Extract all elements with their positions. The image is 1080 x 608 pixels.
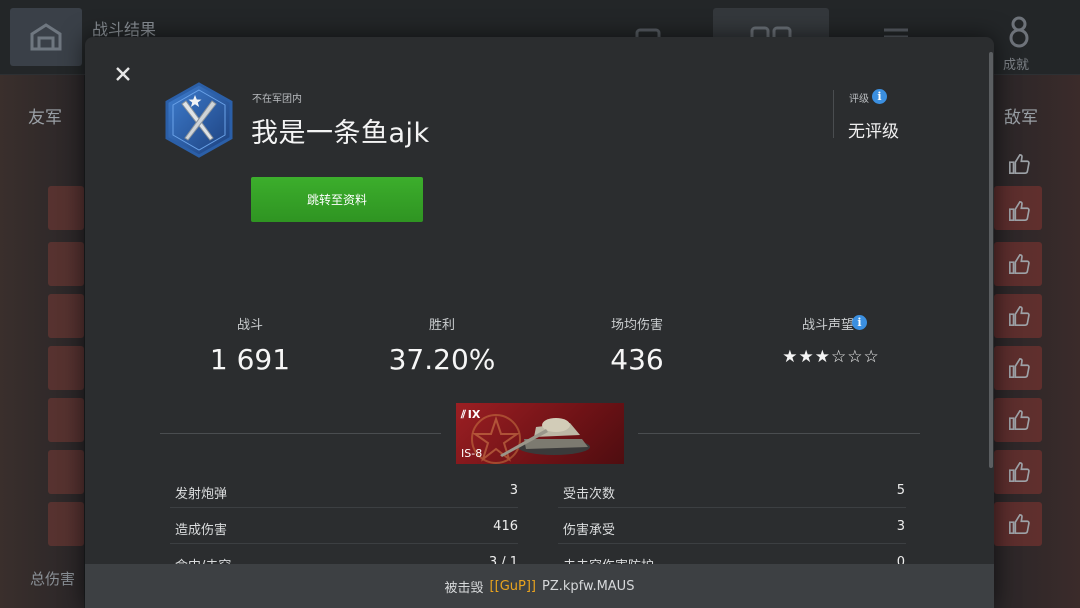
killer-name: PZ.kpfw.MAUS	[542, 578, 635, 594]
home-button[interactable]	[10, 8, 82, 66]
thumbs-up-icon[interactable]	[1008, 357, 1030, 379]
achievements-label: 成就	[1003, 58, 1030, 73]
ally-row	[48, 294, 84, 338]
heavy-tank-class-icon: ⫽	[461, 408, 466, 421]
damage-dealt-label: 造成伤害	[175, 523, 228, 538]
destroyed-by-label: 被击毁	[444, 580, 484, 596]
stat-wins-label: 胜利	[428, 318, 455, 333]
row-divider	[170, 507, 518, 508]
thumbs-up-icon[interactable]	[1008, 513, 1030, 535]
clan-status: 不在军团内	[252, 94, 302, 105]
killer-clan-tag: [[GuP]]	[489, 578, 536, 594]
thumbs-up-icon[interactable]	[1008, 200, 1030, 222]
stat-reputation-label: 战斗声望	[801, 318, 854, 333]
stat-battles-label: 战斗	[236, 318, 263, 333]
ally-row	[48, 186, 84, 230]
section-divider-left	[160, 433, 441, 434]
stat-avg-damage-label: 场均伤害	[610, 318, 663, 333]
thumbs-up-icon[interactable]	[1008, 153, 1030, 175]
section-divider-right	[638, 433, 920, 434]
damage-received-value: 3	[896, 519, 905, 534]
tank-card: ⫽ IX IS-8	[456, 403, 624, 464]
stat-avg-damage: 场均伤害 436	[557, 314, 717, 376]
hits-received-label: 受击次数	[563, 487, 616, 502]
thumbs-up-icon[interactable]	[1008, 409, 1030, 431]
damage-received-label: 伤害承受	[563, 523, 616, 538]
close-button[interactable]	[112, 63, 134, 85]
stat-battles: 战斗 1 691	[170, 314, 330, 376]
modal-scrollbar[interactable]	[989, 52, 993, 468]
close-icon	[116, 67, 130, 81]
stat-reputation: 战斗声望 ★★★☆☆☆	[751, 314, 911, 367]
stat-battles-value: 1 691	[209, 343, 291, 376]
rank-emblem-icon	[165, 82, 233, 158]
row-divider	[558, 543, 906, 544]
ally-row	[48, 502, 84, 546]
reputation-info-icon[interactable]: i	[852, 315, 867, 330]
rating-value: 无评级	[848, 122, 899, 142]
enemy-label: 敌军	[1004, 108, 1038, 128]
total-damage-label: 总伤害	[30, 570, 76, 588]
ally-row	[48, 450, 84, 494]
rating-label: 评级	[849, 94, 869, 105]
ally-label: 友军	[28, 108, 62, 128]
destroyed-by-bar: 被击毁 [[GuP]] PZ.kpfw.MAUS	[85, 564, 994, 608]
stat-wins-value: 37.20%	[388, 343, 496, 376]
player-avatar	[164, 82, 234, 158]
medal-icon	[1009, 16, 1029, 48]
player-name: 我是一条鱼ajk	[251, 118, 430, 149]
garage-icon	[30, 23, 62, 51]
stat-avg-damage-value: 436	[610, 343, 664, 376]
tank-image-icon	[500, 418, 590, 457]
ally-row	[48, 242, 84, 286]
stat-wins: 胜利 37.20%	[362, 314, 522, 376]
damage-dealt-value: 416	[493, 519, 518, 534]
row-divider	[170, 543, 518, 544]
row-divider	[558, 507, 906, 508]
hits-received-value: 5	[896, 483, 905, 498]
reputation-stars: ★★★☆☆☆	[782, 347, 880, 367]
thumbs-up-icon[interactable]	[1008, 461, 1030, 483]
tank-tier-value: IX	[467, 408, 481, 421]
thumbs-up-icon[interactable]	[1008, 305, 1030, 327]
rating-info-icon[interactable]: i	[872, 89, 887, 104]
rating-divider	[833, 90, 834, 138]
thumbs-up-icon[interactable]	[1008, 253, 1030, 275]
tank-tier: ⫽ IX	[461, 408, 480, 422]
ally-row	[48, 346, 84, 390]
shots-fired-label: 发射炮弹	[175, 487, 228, 502]
tank-name: IS-8	[461, 447, 483, 460]
go-to-profile-button[interactable]: 跳转至资料	[251, 177, 423, 222]
shots-fired-value: 3	[509, 483, 518, 498]
ally-row	[48, 398, 84, 442]
